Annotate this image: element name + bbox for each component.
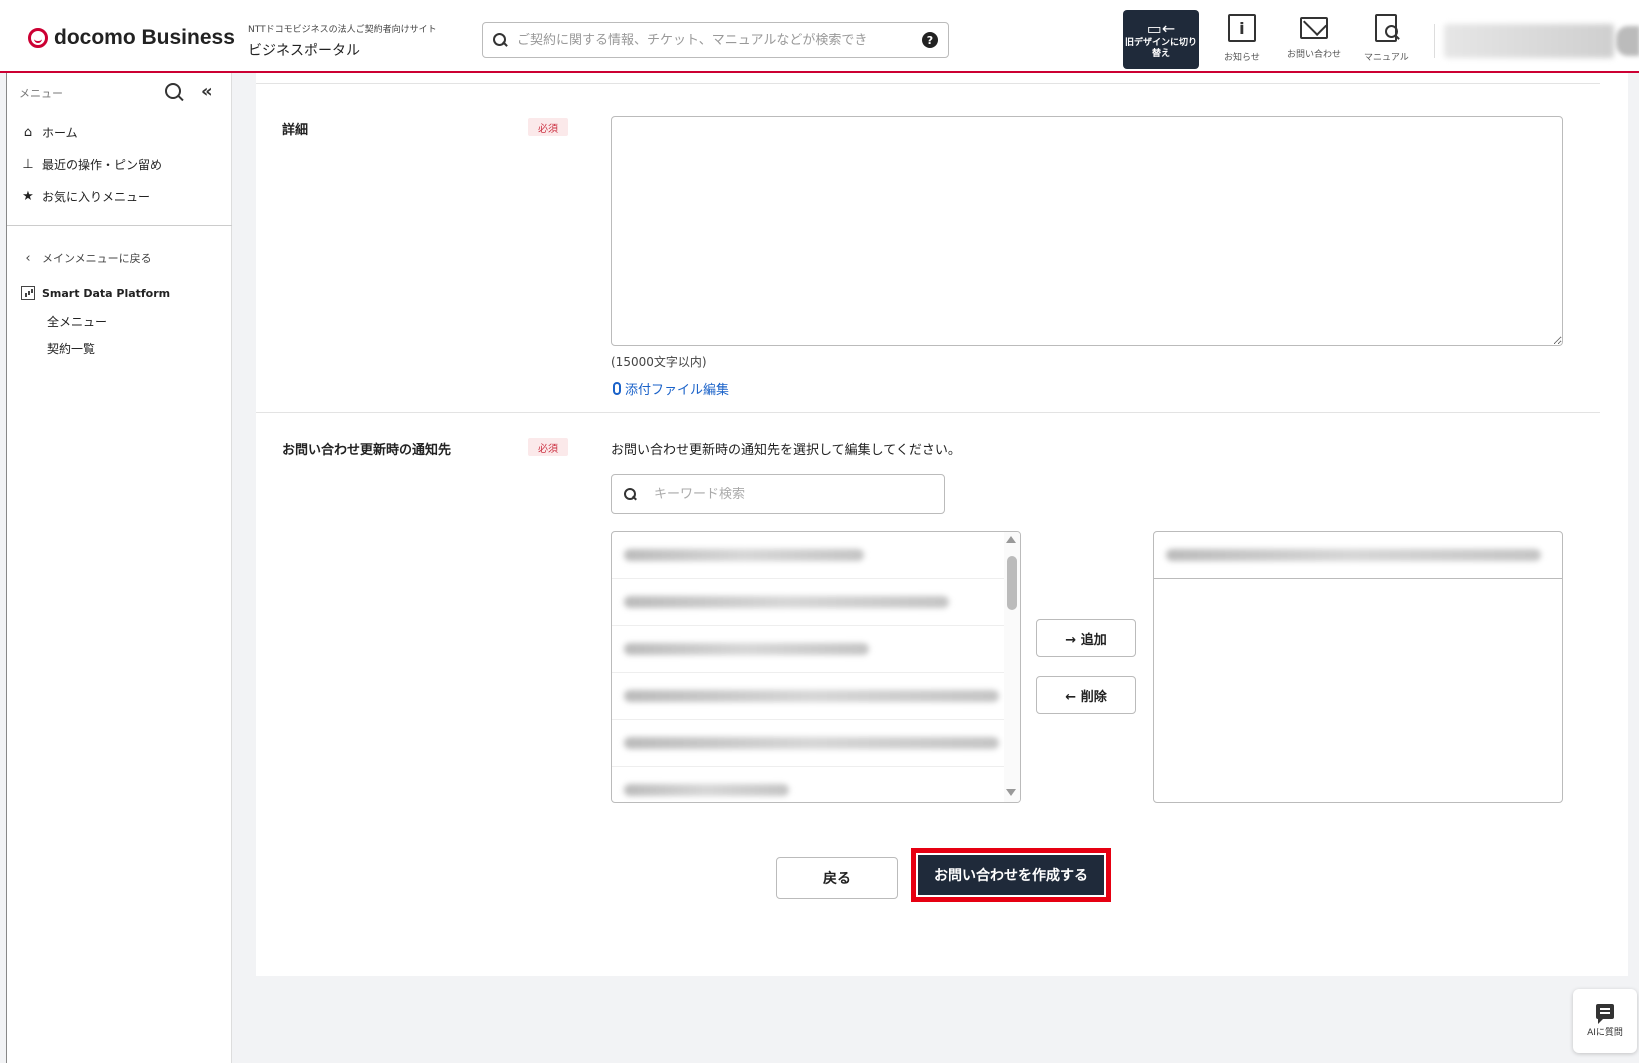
chevron-left-icon: ‹ bbox=[25, 250, 31, 266]
help-icon[interactable]: ? bbox=[922, 32, 938, 48]
search-icon bbox=[493, 33, 507, 47]
sidebar: メニュー « ⌂ ホーム ⊥ 最近の操作・ピン留め ★ お気に入りメニュー ‹ … bbox=[6, 73, 232, 1063]
switch-design-label: 旧デザインに切り替え bbox=[1124, 37, 1197, 59]
detail-label: 詳細 bbox=[282, 123, 309, 138]
detail-textarea[interactable] bbox=[611, 116, 1563, 346]
chart-icon bbox=[21, 286, 35, 300]
redacted-email bbox=[624, 596, 949, 608]
search-icon bbox=[624, 488, 636, 500]
row-divider bbox=[256, 412, 1600, 413]
add-recipient-button[interactable]: → 追加 bbox=[1036, 619, 1136, 657]
header-divider bbox=[1434, 24, 1435, 58]
notify-instruction: お問い合わせ更新時の通知先を選択して編集してください。 bbox=[611, 443, 961, 458]
brand-name: docomo Business bbox=[54, 26, 235, 49]
info-icon bbox=[1227, 14, 1256, 42]
redacted-email bbox=[624, 737, 999, 749]
back-button[interactable]: 戻る bbox=[776, 857, 898, 899]
inquiry-form-card: 詳細 必須 (15000文字以内) 添付ファイル編集 お問い合わせ更新時の通知先… bbox=[256, 73, 1628, 976]
list-item[interactable] bbox=[612, 673, 1020, 720]
available-recipients-list[interactable] bbox=[611, 531, 1021, 803]
keyword-search[interactable] bbox=[611, 474, 945, 514]
redacted-email bbox=[1166, 549, 1541, 561]
list-scrollbar[interactable] bbox=[1004, 532, 1020, 802]
attach-file-label: 添付ファイル編集 bbox=[625, 383, 730, 398]
sidebar-divider bbox=[7, 225, 232, 226]
sidebar-service-label: Smart Data Platform bbox=[42, 286, 171, 300]
char-limit-note: (15000文字以内) bbox=[611, 355, 707, 369]
docomo-logo-icon bbox=[28, 28, 48, 48]
selected-recipients-list[interactable] bbox=[1153, 531, 1563, 803]
notify-label: お問い合わせ更新時の通知先 bbox=[282, 443, 452, 458]
user-account-redacted[interactable] bbox=[1444, 24, 1614, 58]
mail-icon bbox=[1300, 17, 1328, 39]
scroll-down-arrow-icon[interactable] bbox=[1006, 789, 1016, 796]
sidebar-item-label: ホーム bbox=[42, 126, 78, 140]
sidebar-subitem-all-menu[interactable]: 全メニュー bbox=[47, 313, 107, 330]
ai-question-label: AIに質問 bbox=[1587, 1028, 1623, 1038]
sidebar-service-smart-data-platform[interactable]: Smart Data Platform bbox=[21, 286, 170, 300]
sidebar-item-favorites[interactable]: ★ お気に入りメニュー bbox=[21, 188, 150, 205]
sidebar-back-main-menu[interactable]: ‹ メインメニューに戻る bbox=[21, 250, 152, 266]
redacted-email bbox=[624, 643, 869, 655]
home-icon: ⌂ bbox=[23, 125, 33, 140]
sidebar-collapse-icon[interactable]: « bbox=[201, 81, 213, 102]
sidebar-item-label: お気に入りメニュー bbox=[42, 190, 151, 204]
scroll-up-arrow-icon[interactable] bbox=[1006, 536, 1016, 543]
manual-label: マニュアル bbox=[1364, 53, 1409, 63]
switch-design-icon: ▭← bbox=[1146, 18, 1176, 38]
manual-icon bbox=[1375, 14, 1399, 42]
required-badge: 必須 bbox=[528, 438, 568, 456]
scrollbar-thumb[interactable] bbox=[1007, 556, 1017, 610]
contact-label: お問い合わせ bbox=[1287, 50, 1342, 60]
list-item[interactable] bbox=[612, 532, 1020, 579]
site-title: ビジネスポータル bbox=[248, 43, 360, 59]
list-item[interactable] bbox=[612, 626, 1020, 673]
row-divider bbox=[256, 83, 1600, 84]
notifications-button[interactable]: お知らせ bbox=[1224, 14, 1260, 63]
keyword-search-input[interactable] bbox=[654, 486, 932, 502]
sidebar-subitem-contracts[interactable]: 契約一覧 bbox=[47, 340, 95, 357]
list-item[interactable] bbox=[612, 720, 1020, 767]
sidebar-item-recent[interactable]: ⊥ 最近の操作・ピン留め bbox=[21, 156, 162, 173]
old-design-switch-button[interactable]: ▭← 旧デザインに切り替え bbox=[1123, 10, 1199, 69]
manual-button[interactable]: マニュアル bbox=[1364, 14, 1409, 63]
chat-icon bbox=[1596, 1004, 1614, 1024]
top-header: docomo Business NTTドコモビジネスの法人ご契約者向けサイト ビ… bbox=[0, 0, 1639, 73]
site-subtitle: NTTドコモビジネスの法人ご契約者向けサイト bbox=[248, 25, 437, 35]
sidebar-top: メニュー « bbox=[7, 73, 231, 109]
sidebar-back-label: メインメニューに戻る bbox=[42, 252, 152, 265]
list-item[interactable] bbox=[612, 579, 1020, 626]
global-search-input[interactable] bbox=[517, 32, 922, 48]
contact-button[interactable]: お問い合わせ bbox=[1287, 14, 1341, 60]
paperclip-icon bbox=[613, 382, 621, 395]
star-icon: ★ bbox=[22, 189, 34, 204]
docomo-business-logo[interactable]: docomo Business bbox=[28, 26, 235, 50]
pin-icon: ⊥ bbox=[22, 157, 34, 172]
ai-question-button[interactable]: AIに質問 bbox=[1573, 989, 1637, 1053]
sidebar-menu-label: メニュー bbox=[19, 87, 63, 100]
create-inquiry-button[interactable]: お問い合わせを作成する bbox=[918, 855, 1104, 895]
user-avatar-redacted[interactable] bbox=[1616, 26, 1639, 56]
required-badge: 必須 bbox=[528, 118, 568, 136]
sidebar-search-icon[interactable] bbox=[165, 83, 183, 101]
redacted-email bbox=[624, 690, 999, 702]
attach-file-link[interactable]: 添付ファイル編集 bbox=[613, 379, 729, 398]
redacted-email bbox=[624, 549, 864, 561]
list-item[interactable] bbox=[1154, 532, 1562, 579]
sidebar-item-label: 最近の操作・ピン留め bbox=[42, 158, 163, 172]
sidebar-item-home[interactable]: ⌂ ホーム bbox=[21, 124, 78, 141]
notifications-label: お知らせ bbox=[1224, 53, 1260, 63]
redacted-email bbox=[624, 784, 789, 796]
remove-recipient-button[interactable]: ← 削除 bbox=[1036, 676, 1136, 714]
list-item[interactable] bbox=[612, 767, 1020, 802]
global-search[interactable]: ? bbox=[482, 22, 949, 58]
